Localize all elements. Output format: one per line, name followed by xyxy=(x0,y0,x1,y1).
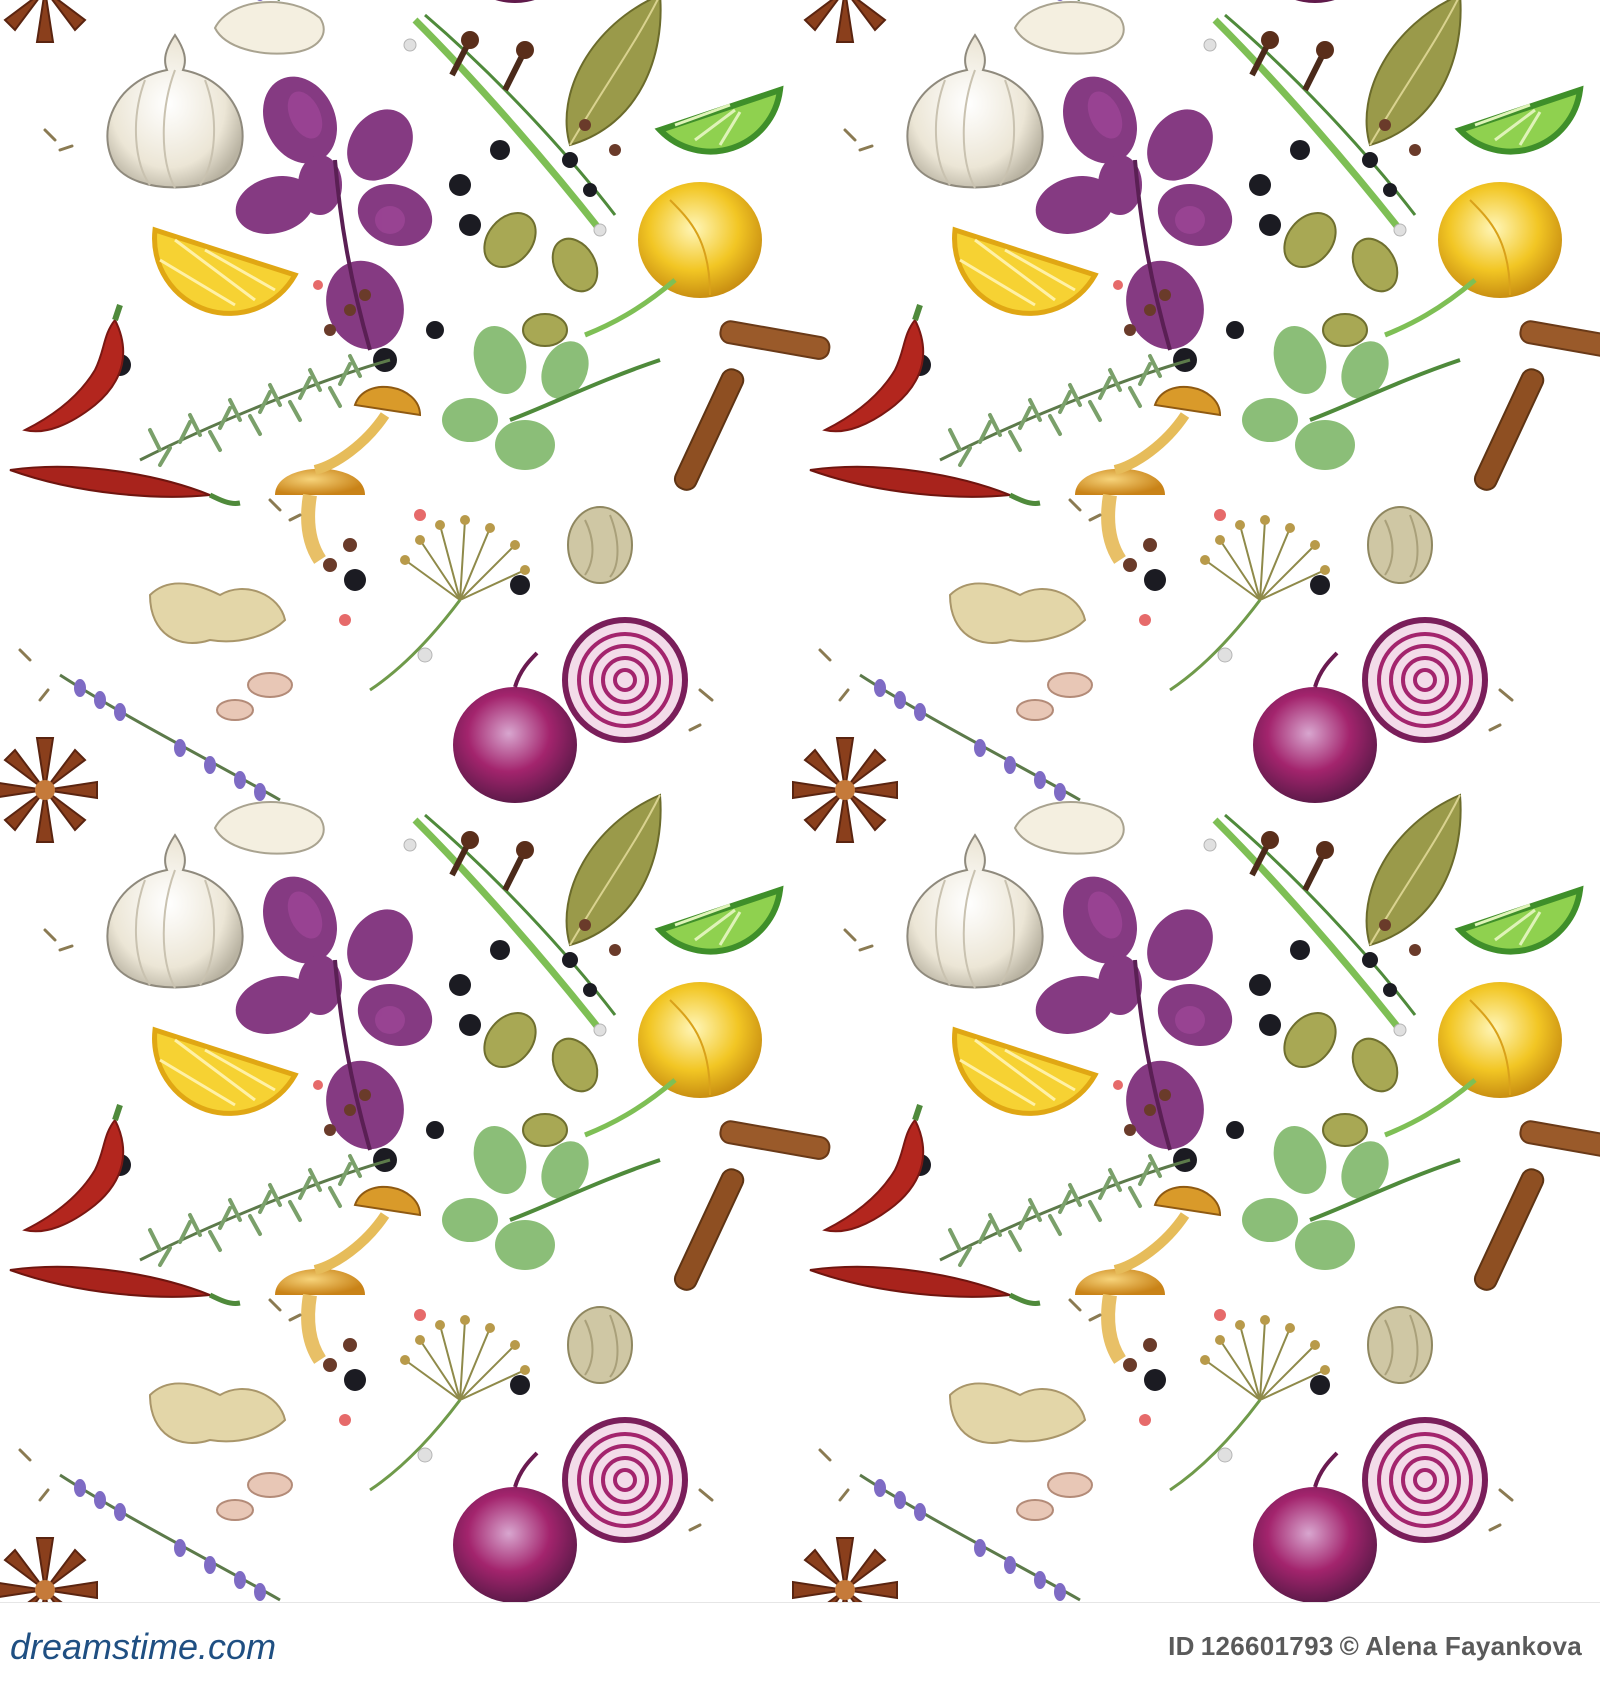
author-name: Alena Fayankova xyxy=(1365,1631,1582,1661)
image-id: 126601793 xyxy=(1200,1631,1334,1661)
svg-text:dreamstime.com: dreamstime.com xyxy=(10,1626,276,1667)
image-credit: ID 126601793 © Alena Fayankova xyxy=(1162,1631,1582,1662)
watermark-footer: dreamstime.com ID 126601793 © Alena Fayanko… xyxy=(0,1602,1600,1691)
spice-pattern-artwork xyxy=(0,0,1600,1602)
copyright-symbol: © xyxy=(1339,1631,1360,1661)
id-label: ID xyxy=(1168,1631,1195,1661)
dreamstime-logo: dreamstime.com xyxy=(10,1626,276,1667)
